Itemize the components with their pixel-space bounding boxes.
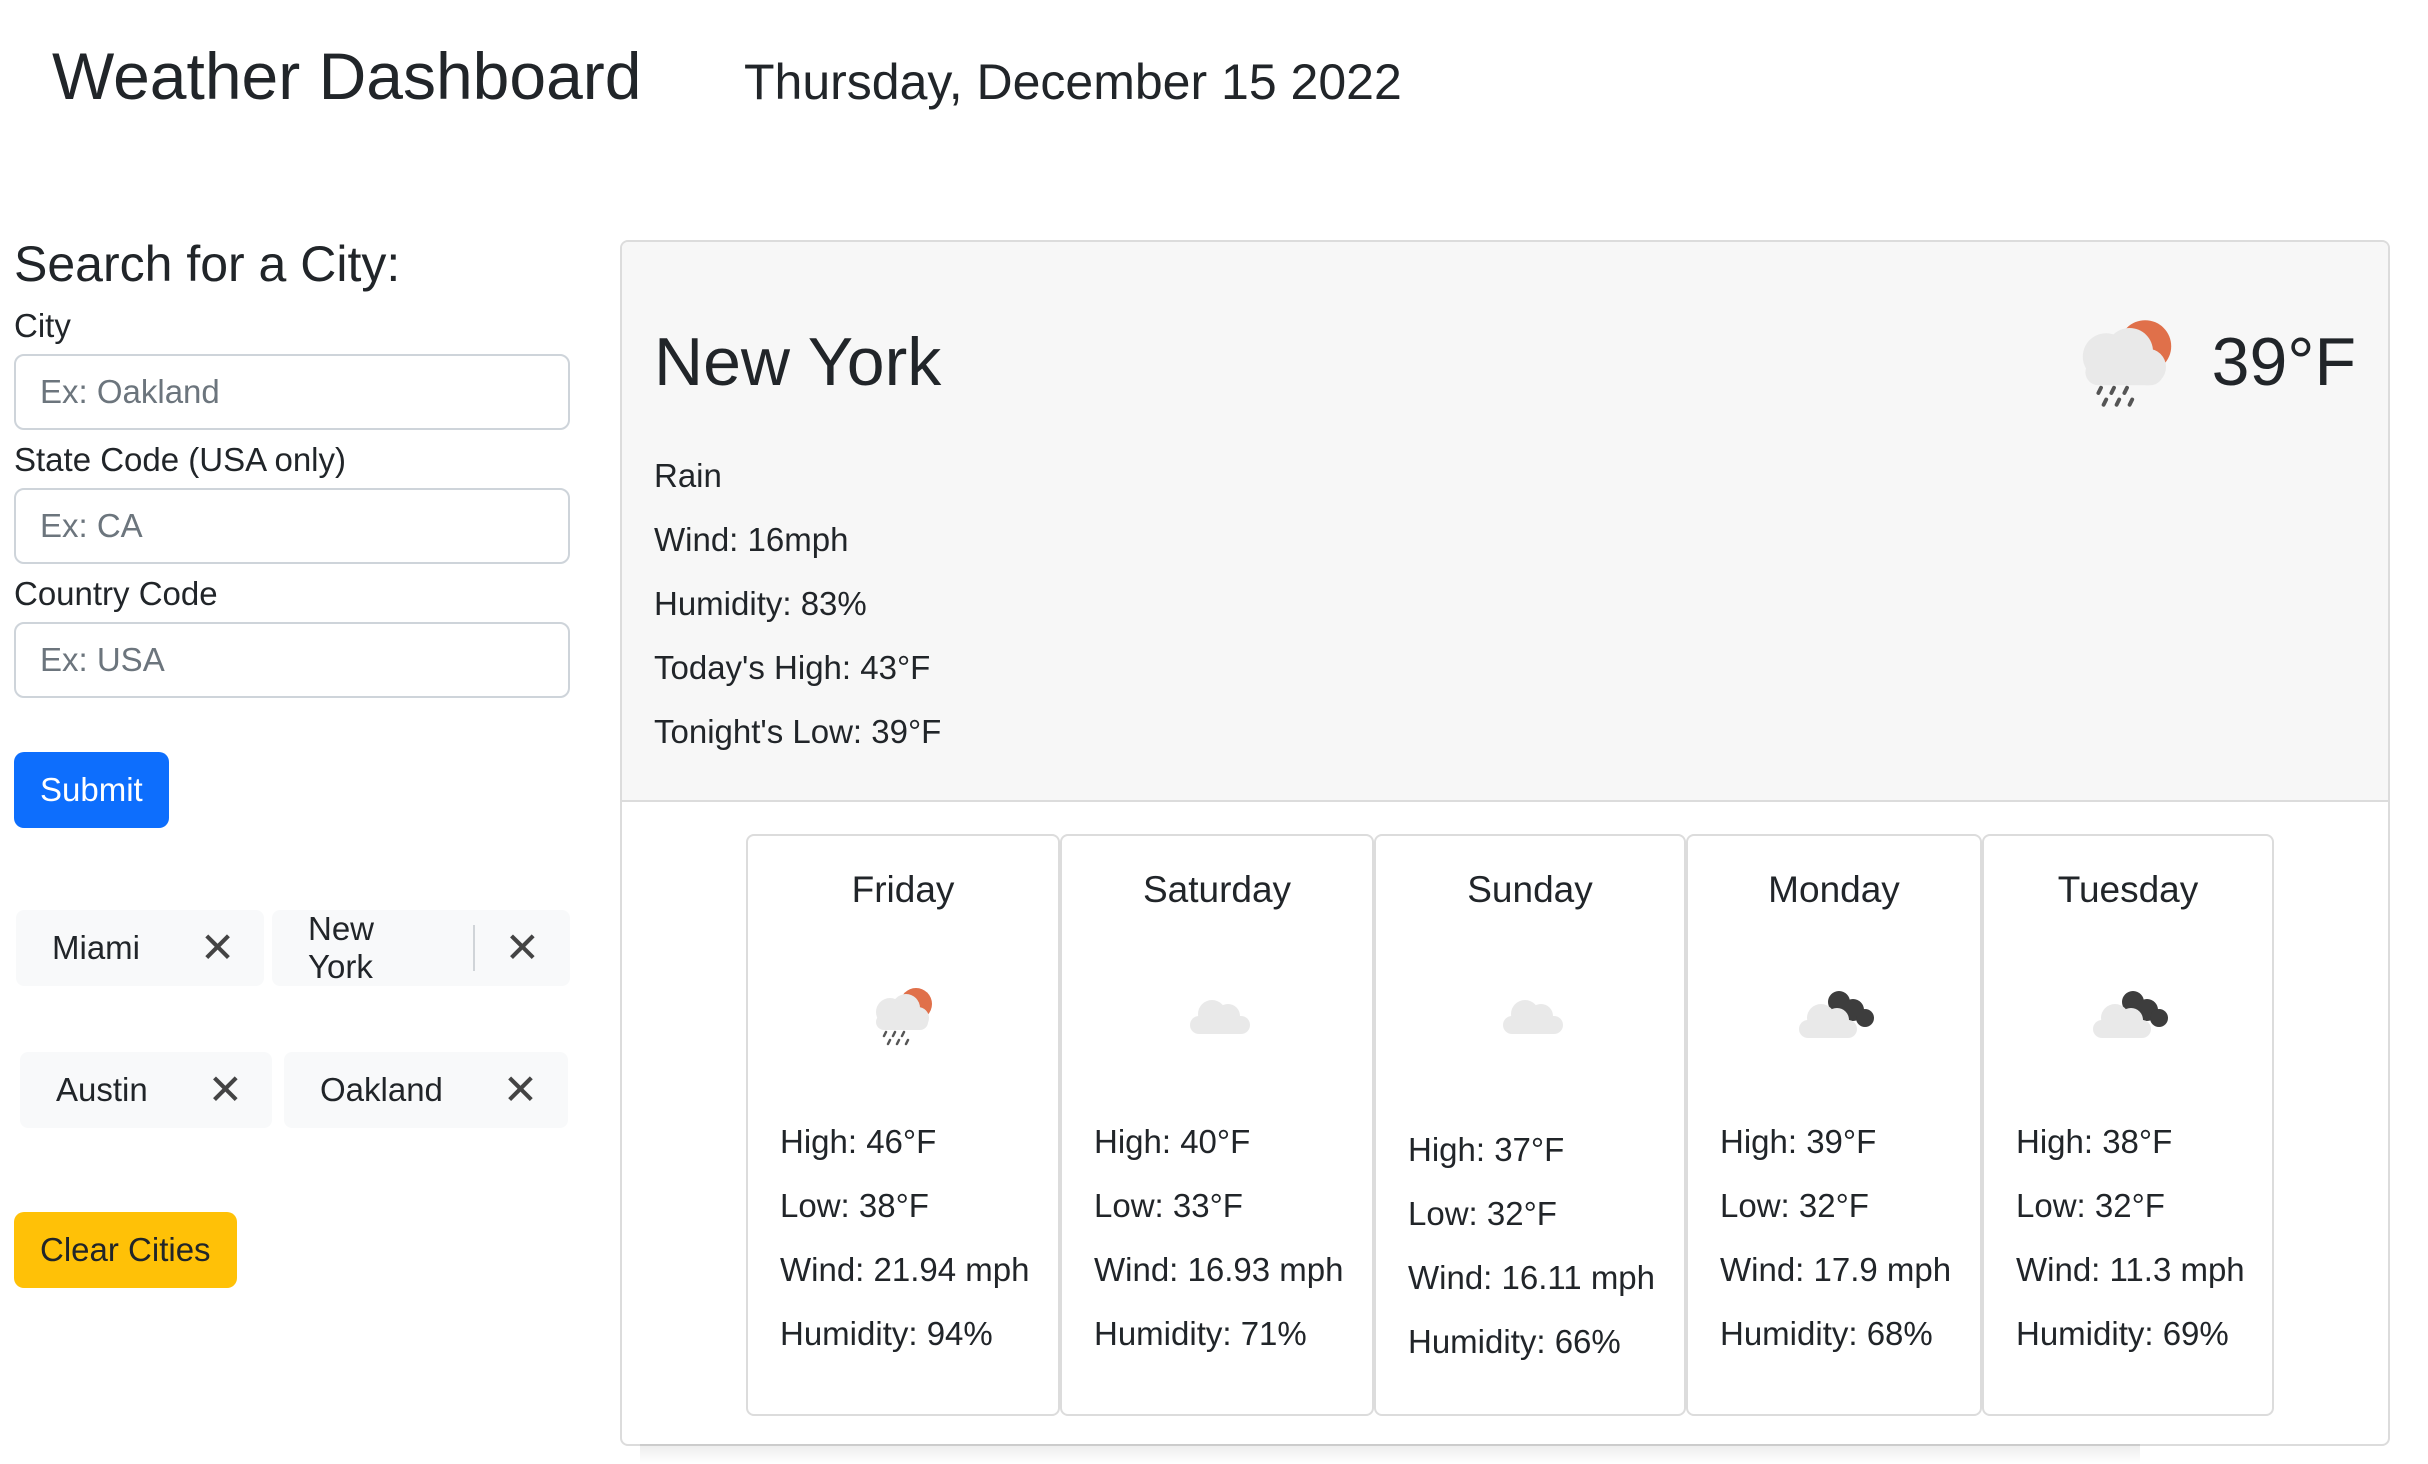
current-high: Today's High: 43°F [654, 649, 931, 686]
forecast-low: Low: 32°F [2016, 1187, 2165, 1224]
forecast-low: Low: 33°F [1094, 1187, 1243, 1224]
saved-city-oakland[interactable]: Oakland ✕ [284, 1052, 568, 1128]
forecast-wind: Wind: 16.93 mph [1094, 1251, 1344, 1288]
forecast-wind: Wind: 21.94 mph [780, 1251, 1030, 1288]
forecast-card-tuesday: Tuesday High: 38°F Low: 32°F Wind: 11.3 … [1982, 834, 2274, 1416]
saved-city-austin[interactable]: Austin ✕ [20, 1052, 272, 1128]
saved-city-label[interactable]: Miami [16, 929, 170, 967]
state-code-label: State Code (USA only) [14, 441, 346, 478]
saved-city-label[interactable]: Austin [20, 1071, 178, 1109]
forecast-day: Sunday [1467, 869, 1593, 910]
current-weather: New York 39°F Rain Wind: 16mph Humidity:… [622, 242, 2388, 802]
weather-card: New York 39°F Rain Wind: 16mph Humidity:… [620, 240, 2390, 1446]
cloud-icon [1503, 1000, 1563, 1034]
forecast-day: Monday [1768, 869, 1900, 910]
forecast-humidity: Humidity: 71% [1094, 1315, 1307, 1352]
forecast-high: High: 38°F [2016, 1123, 2173, 1160]
forecast-low: Low: 32°F [1720, 1187, 1869, 1224]
close-icon[interactable]: ✕ [473, 1069, 568, 1111]
country-code-label: Country Code [14, 575, 218, 612]
city-label: City [14, 307, 71, 344]
forecast-high: High: 40°F [1094, 1123, 1251, 1160]
forecast-card-sunday: Sunday High: 37°F Low: 32°F Wind: 16.11 … [1374, 834, 1686, 1416]
country-code-input[interactable] [14, 622, 570, 698]
forecast-wind: Wind: 17.9 mph [1720, 1251, 1952, 1288]
forecast-high: High: 37°F [1408, 1131, 1565, 1168]
forecast-humidity: Humidity: 69% [2016, 1315, 2229, 1352]
submit-button[interactable]: Submit [14, 752, 169, 828]
forecast-day: Friday [851, 869, 955, 910]
close-icon[interactable]: ✕ [475, 927, 570, 969]
city-input[interactable] [14, 354, 570, 430]
cloud-icon [1190, 1000, 1250, 1034]
close-icon[interactable]: ✕ [178, 1069, 273, 1111]
forecast-card-saturday: Saturday High: 40°F Low: 33°F Wind: 16.9… [1060, 834, 1374, 1416]
search-heading: Search for a City: [14, 236, 401, 292]
forecast-day: Saturday [1142, 869, 1292, 910]
page-title: Weather Dashboard [52, 39, 642, 113]
forecast-humidity: Humidity: 66% [1408, 1323, 1621, 1360]
current-wind: Wind: 16mph [654, 521, 849, 558]
state-code-input[interactable] [14, 488, 570, 564]
saved-city-miami[interactable]: Miami ✕ [16, 910, 264, 986]
rain-partly-sunny-icon [2082, 320, 2172, 407]
forecast-humidity: Humidity: 68% [1720, 1315, 1933, 1352]
forecast-high: High: 46°F [780, 1123, 937, 1160]
saved-city-label[interactable]: New York [272, 910, 473, 986]
saved-city-new-york[interactable]: New York ✕ [272, 910, 570, 986]
current-city-name: New York [654, 324, 942, 400]
forecast-day: Tuesday [2057, 869, 2199, 910]
forecast-card-friday: Friday High: 46°F Low: 38°F Wind: 21.94 … [746, 834, 1060, 1416]
clear-cities-button[interactable]: Clear Cities [14, 1212, 237, 1288]
search-panel: Search for a City: City State Code (USA … [14, 232, 574, 706]
forecast-low: Low: 32°F [1408, 1195, 1557, 1232]
card-shadow [640, 1444, 2140, 1464]
rain-partly-sunny-icon [876, 988, 932, 1046]
current-date: Thursday, December 15 2022 [744, 54, 1402, 110]
broken-clouds-icon [1799, 991, 1874, 1038]
forecast-low: Low: 38°F [780, 1187, 929, 1224]
current-temperature: 39°F [2211, 324, 2356, 400]
current-low: Tonight's Low: 39°F [654, 713, 942, 750]
forecast-card-monday: Monday High: 39°F Low: 32°F Wind: 17.9 m… [1686, 834, 1982, 1416]
forecast-high: High: 39°F [1720, 1123, 1877, 1160]
current-humidity: Humidity: 83% [654, 585, 867, 622]
forecast-wind: Wind: 11.3 mph [2016, 1251, 2245, 1288]
forecast-humidity: Humidity: 94% [780, 1315, 993, 1352]
close-icon[interactable]: ✕ [170, 927, 265, 969]
forecast-wind: Wind: 16.11 mph [1408, 1259, 1656, 1296]
saved-city-label[interactable]: Oakland [284, 1071, 473, 1109]
current-condition: Rain [654, 457, 722, 494]
broken-clouds-icon [2093, 991, 2168, 1038]
